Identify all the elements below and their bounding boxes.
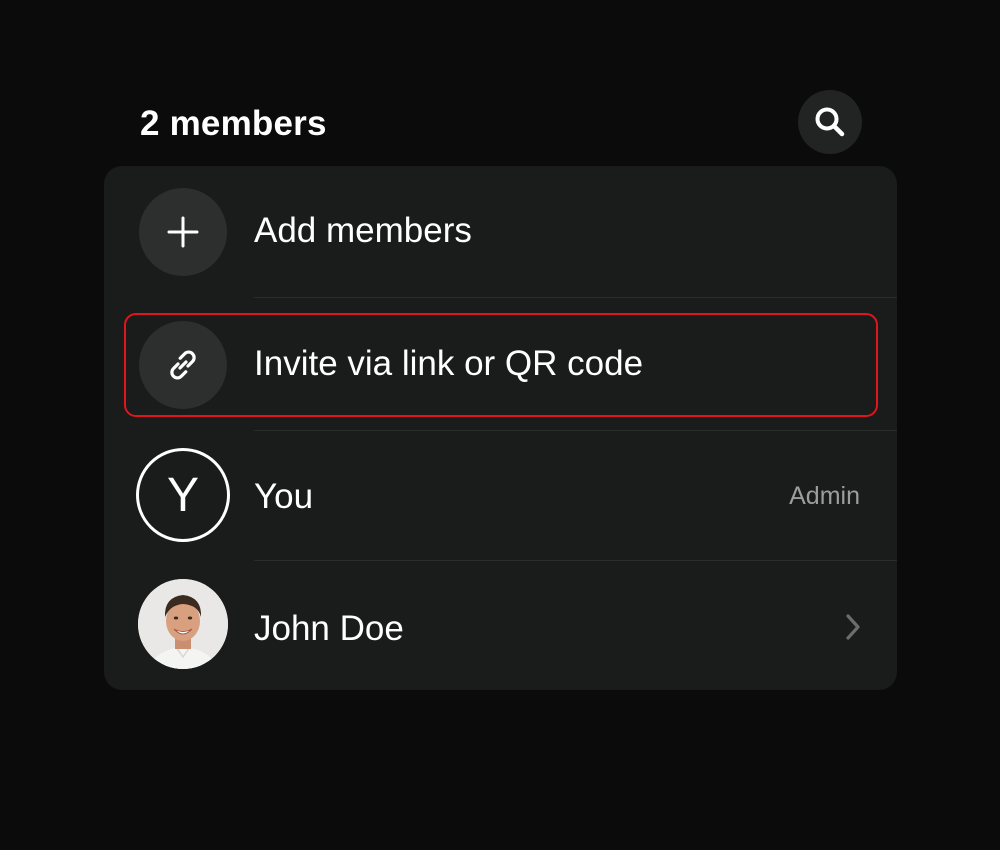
- add-members-icon-circle: [139, 188, 227, 276]
- invite-link-icon-circle: [139, 321, 227, 409]
- member-name: John Doe: [254, 609, 404, 648]
- members-list-card: Add members Invite via link or QR code Y…: [104, 166, 897, 690]
- members-count-title: 2 members: [140, 104, 327, 143]
- divider: [254, 297, 897, 298]
- person-photo-icon: [138, 579, 228, 669]
- plus-icon: [167, 216, 199, 248]
- members-header: 2 members: [140, 90, 862, 154]
- link-icon: [170, 350, 196, 380]
- avatar: Y: [136, 448, 230, 542]
- add-members-label: Add members: [254, 211, 472, 250]
- invite-link-label: Invite via link or QR code: [254, 344, 644, 383]
- search-button[interactable]: [798, 90, 862, 154]
- invite-link-row[interactable]: Invite via link or QR code: [104, 299, 897, 431]
- add-members-row[interactable]: Add members: [104, 166, 897, 298]
- chevron-right-icon: [846, 614, 860, 640]
- avatar: [138, 579, 228, 669]
- role-badge: Admin: [789, 482, 860, 510]
- member-name: You: [254, 477, 314, 516]
- divider: [254, 560, 897, 561]
- divider: [254, 430, 897, 431]
- search-icon: [815, 107, 845, 137]
